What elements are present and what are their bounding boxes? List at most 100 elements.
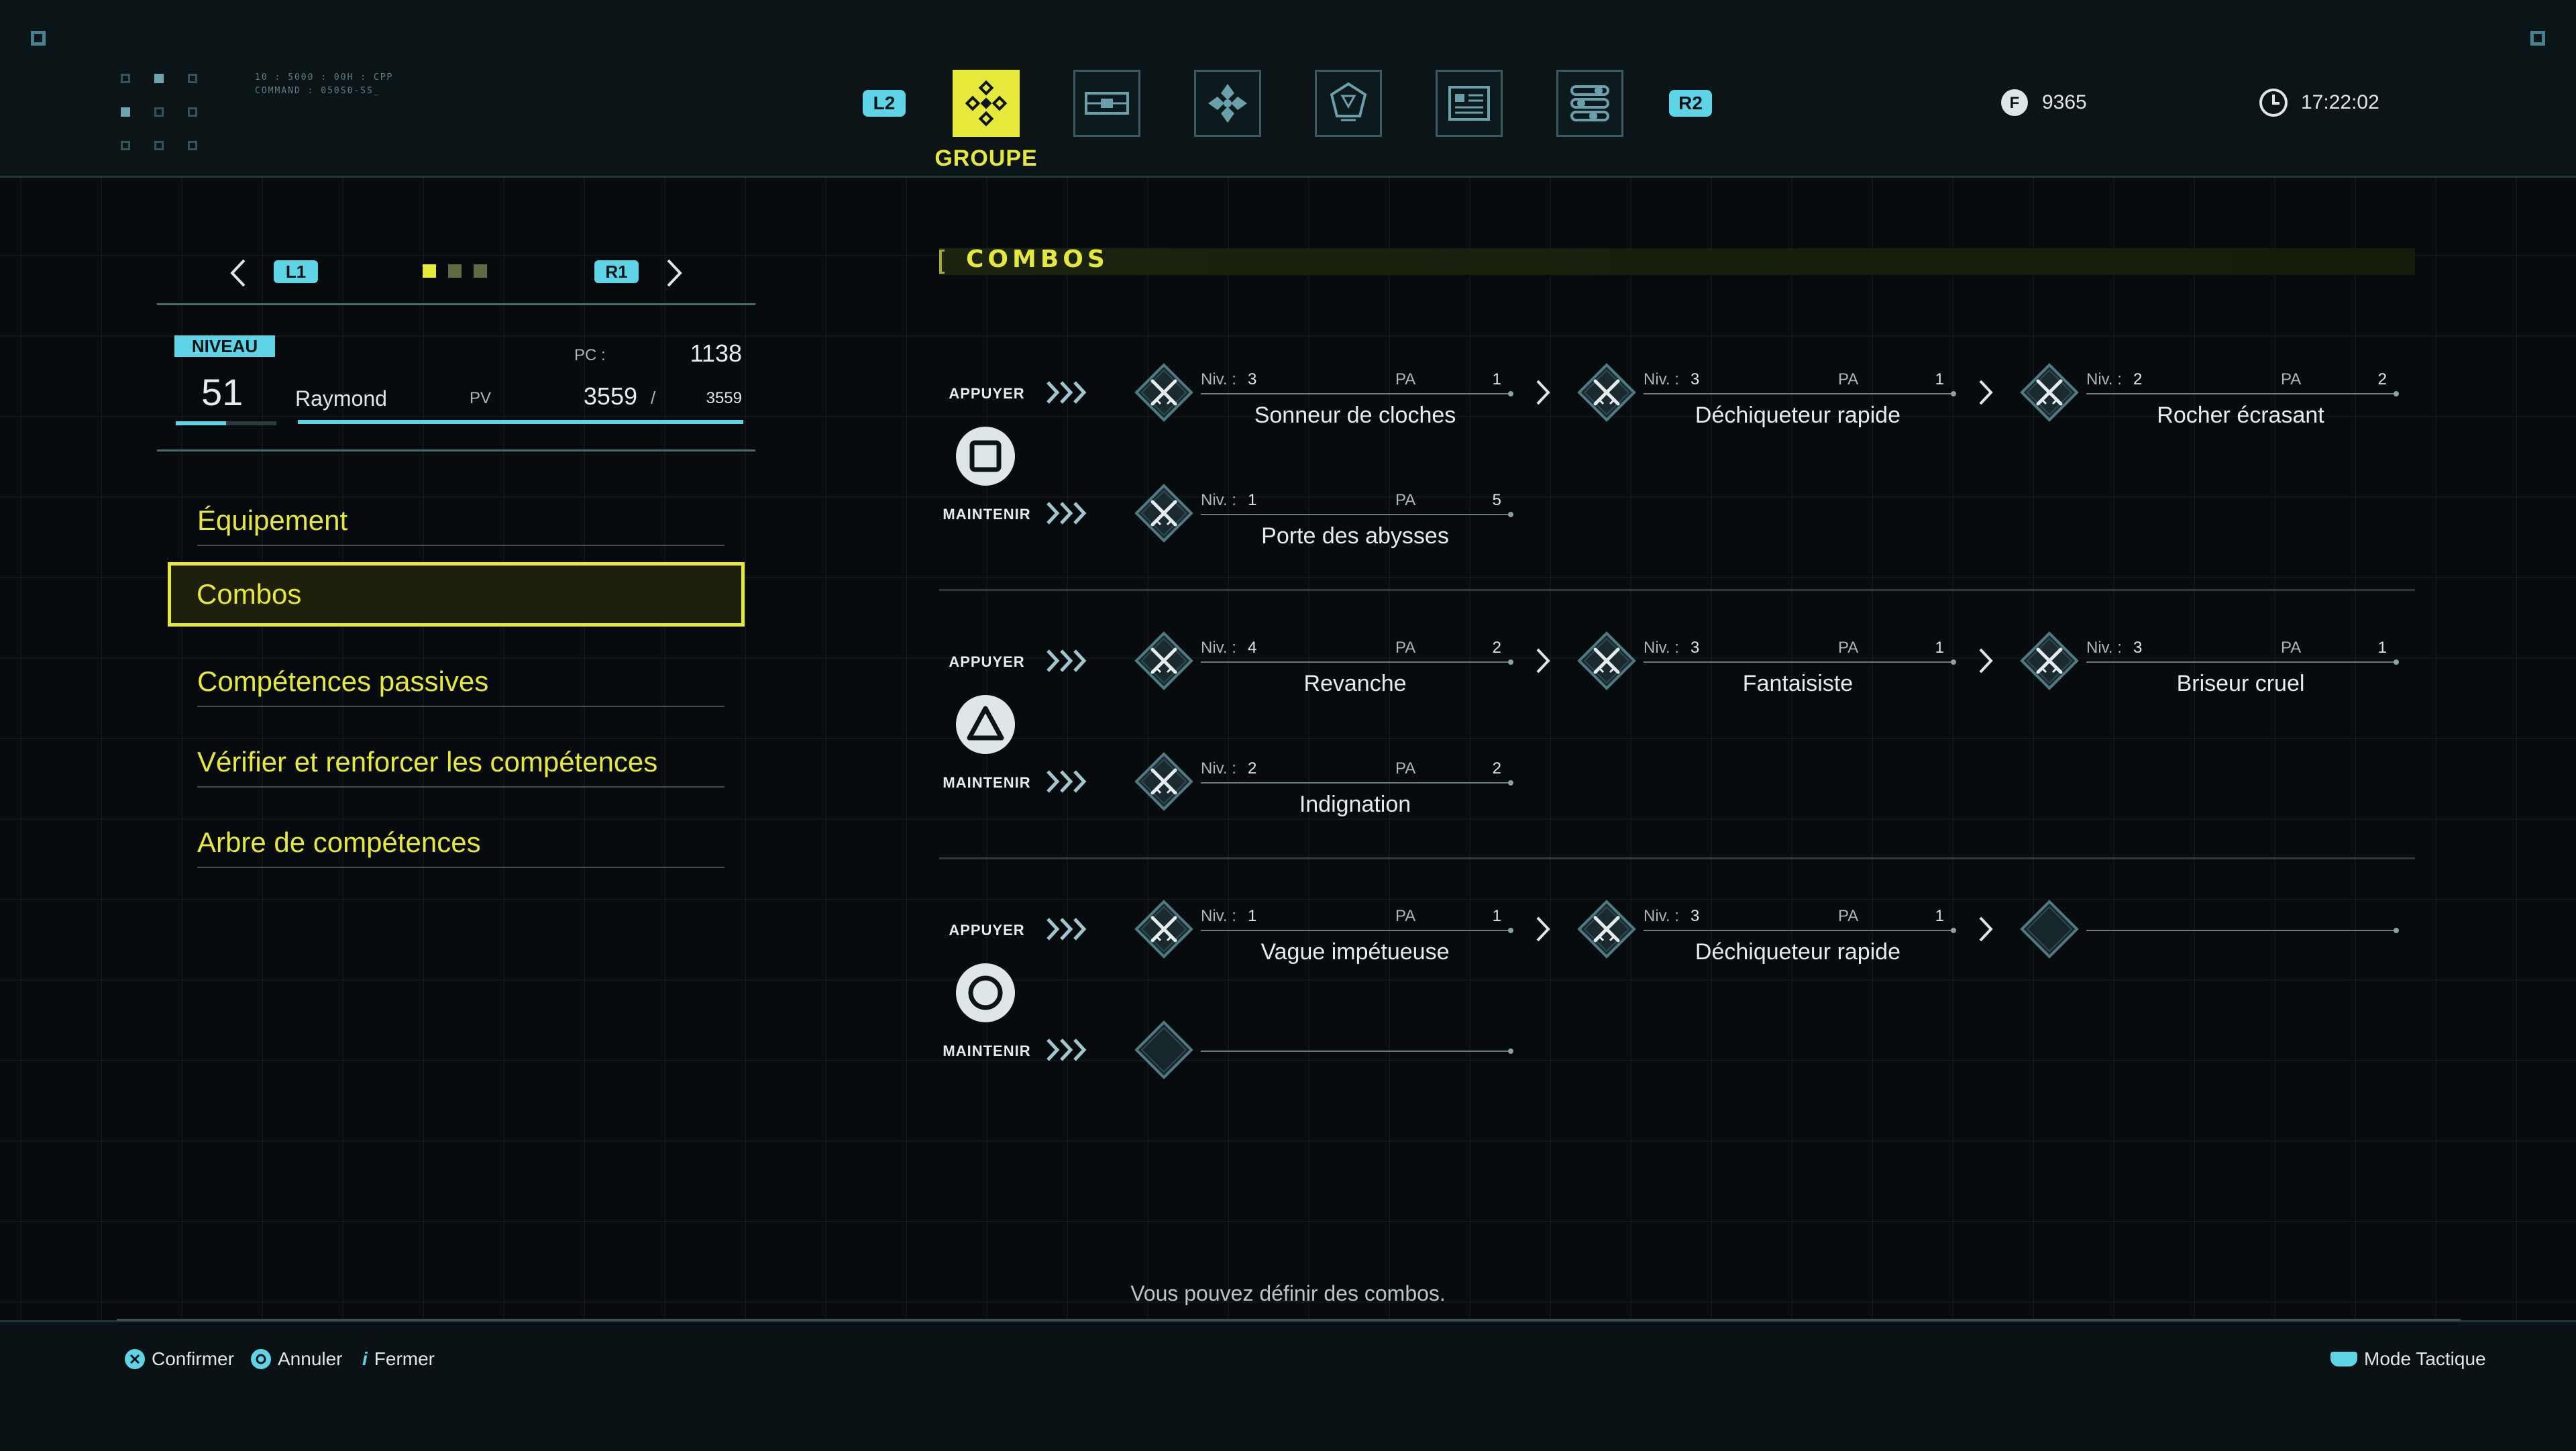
hp-bar-track	[298, 420, 743, 424]
chevron-right-icon	[1979, 916, 1993, 942]
character-bottom-divider	[157, 449, 755, 451]
l2-trigger-button[interactable]: L2	[863, 90, 906, 117]
combo-slot[interactable]: Niv. : 2 PA 2 Indignation	[1127, 745, 1529, 818]
menu-item-equipment[interactable]: Équipement	[168, 488, 745, 553]
combo-slot[interactable]: Niv. :1 PA 1 Vague impétueuse	[1127, 892, 1529, 966]
triple-chevron-icon	[1046, 1038, 1087, 1061]
pa-label: PA	[1838, 370, 1859, 388]
chevron-left-icon[interactable]	[228, 258, 248, 288]
level-label: Niv. :	[2086, 370, 2122, 388]
triangle-button-icon	[956, 695, 1015, 754]
level-value: 2	[1248, 759, 1257, 777]
combo-slot[interactable]: Niv. : 1 PA 5 Porte des abysses	[1127, 476, 1529, 550]
confirm-hint[interactable]: Confirmer	[125, 1348, 234, 1370]
ability-name: Revanche	[1303, 671, 1407, 696]
combo-slot[interactable]: Niv. : 3 PA 1 Déchiqueteur rapide	[1570, 356, 1972, 429]
ability-icon	[1577, 900, 1636, 959]
tactical-mode-hint[interactable]: Mode Tactique	[2330, 1348, 2486, 1370]
level-badge: NIVEAU	[174, 335, 275, 357]
ability-icon	[2020, 900, 2079, 959]
menu-item-combos[interactable]: Combos	[168, 562, 745, 627]
pa-value: 1	[1935, 639, 1944, 657]
level-value: 3	[1690, 907, 1700, 925]
menu-item-label: Arbre de compétences	[197, 826, 481, 858]
tab-document[interactable]	[1436, 70, 1503, 137]
page-dot-2	[448, 264, 462, 278]
hold-label: MAINTENIR	[943, 774, 1031, 791]
combo-slot[interactable]	[1127, 1013, 1529, 1087]
empty-slot-line	[1201, 1049, 1513, 1054]
tab-settings[interactable]	[1556, 70, 1623, 137]
playtime-value: 17:22:02	[2301, 91, 2379, 113]
pa-label: PA	[2281, 639, 2302, 657]
slot-line	[1201, 512, 1513, 517]
slot-line	[1201, 391, 1513, 396]
slot-line	[1201, 780, 1513, 786]
hp-bar-fill	[298, 420, 743, 424]
level-label: Niv. :	[2086, 639, 2122, 657]
slot-line	[1201, 928, 1513, 933]
combo-slot[interactable]: Niv. : 4 PA 2 Revanche	[1127, 624, 1529, 698]
level-value: 2	[2133, 370, 2143, 388]
menu-item-check-skills[interactable]: Vérifier et renforcer les compétences	[168, 730, 745, 794]
decor-text-line2: COMMAND : 050S0-SS_	[255, 86, 380, 96]
ability-icon	[1134, 484, 1193, 543]
square-button-icon	[956, 427, 1015, 486]
bottom-bar	[0, 1320, 2576, 1451]
tab-party[interactable]	[953, 70, 1020, 137]
decor-text-line1: 10 : 5000 : 00H : CPP	[255, 72, 394, 83]
combo-slot[interactable]: Niv. : 3 PA 1 Briseur cruel	[2012, 624, 2415, 698]
level-value: 3	[1690, 639, 1700, 657]
combo-slot[interactable]	[2012, 892, 2415, 966]
menu-item-label: Équipement	[197, 504, 348, 536]
pa-value: 1	[2377, 639, 2387, 657]
combos-title: COMBOS	[966, 246, 1109, 273]
combo-slot[interactable]: Niv. : 3 PA 1 Déchiqueteur rapide	[1570, 892, 1972, 966]
l1-button[interactable]: L1	[274, 260, 318, 283]
pa-label: PA	[1838, 639, 1859, 657]
pv-max: 3559	[706, 389, 742, 407]
pa-value: 2	[2377, 370, 2387, 388]
ability-name: Porte des abysses	[1261, 523, 1449, 549]
level-value: 4	[1248, 639, 1257, 657]
menu-item-skill-tree[interactable]: Arbre de compétences	[168, 810, 745, 875]
pa-value: 1	[1935, 907, 1944, 925]
settings-list-icon	[1570, 85, 1609, 121]
combo-slot[interactable]: Niv. : 3 PA 1 Sonneur de cloches	[1127, 356, 1529, 429]
r2-trigger-button[interactable]: R2	[1669, 90, 1712, 117]
decor-text: 10 : 5000 : 00H : CPP COMMAND : 050S0-SS…	[255, 71, 393, 98]
r1-button[interactable]: R1	[594, 260, 639, 283]
pa-value: 2	[1492, 759, 1501, 777]
cancel-hint[interactable]: Annuler	[251, 1348, 343, 1370]
pa-value: 1	[1492, 907, 1501, 925]
ability-icon	[2020, 363, 2079, 422]
tab-gem[interactable]	[1315, 70, 1382, 137]
pa-label: PA	[2281, 370, 2302, 388]
hold-label: MAINTENIR	[943, 506, 1031, 523]
ability-name: Fantaisiste	[1742, 671, 1854, 696]
combo-slot[interactable]: Niv. : 2 PA 2 Rocher écrasant	[2012, 356, 2415, 429]
page-dot-1	[423, 264, 436, 278]
tactical-mode-label: Mode Tactique	[2364, 1348, 2486, 1369]
info-button-icon: i	[362, 1348, 368, 1369]
tab-materia[interactable]	[1194, 70, 1261, 137]
tab-equipment[interactable]	[1073, 70, 1140, 137]
chevron-right-icon[interactable]	[664, 258, 684, 288]
slot-line	[2086, 659, 2399, 665]
close-hint[interactable]: i Fermer	[362, 1348, 435, 1370]
level-value: 1	[1248, 491, 1257, 509]
clock-icon	[2259, 89, 2288, 117]
chevron-right-icon	[1536, 648, 1550, 674]
character-name: Raymond	[295, 386, 387, 411]
xp-bar-track	[176, 421, 276, 425]
confirm-label: Confirmer	[152, 1348, 234, 1369]
pa-label: PA	[1395, 639, 1416, 657]
menu-item-passive-skills[interactable]: Compétences passives	[168, 649, 745, 714]
menu-item-label: Combos	[197, 578, 302, 610]
combo-slot[interactable]: Niv. : 3 PA 1 Fantaisiste	[1570, 624, 1972, 698]
xp-bar-fill	[176, 421, 226, 425]
slot-line	[1644, 391, 1956, 396]
ability-name: Rocher écrasant	[2157, 402, 2324, 428]
ability-name: Déchiqueteur rapide	[1695, 939, 1901, 965]
level-value: 3	[1690, 370, 1700, 388]
